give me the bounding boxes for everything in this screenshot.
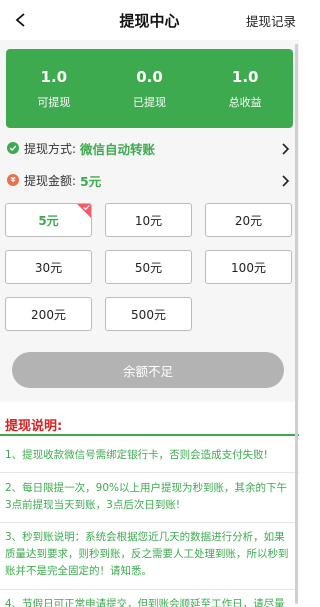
back-arrow-icon[interactable]	[8, 6, 34, 34]
instructions-divider	[0, 434, 299, 436]
amount-option-200[interactable]: 200元	[5, 297, 92, 331]
amount-option-label: 200元	[31, 307, 66, 322]
withdraw-method-row[interactable]: 提现方式: 微信自动转账	[0, 135, 299, 161]
withdrawn-stat: 0.0 已提现	[102, 49, 198, 128]
withdraw-amount-value: 5元	[80, 173, 102, 189]
instruction-note: 3、秒到账说明：系统会根据您近几天的数据进行分析，如果质量达到要求，则秒到账，反…	[5, 531, 289, 577]
withdraw-amount-row[interactable]: ¥ 提现金额: 5元	[0, 167, 299, 193]
amount-option-label: 5元	[38, 213, 59, 228]
amount-option-label: 10元	[134, 213, 163, 228]
total-income-value: 1.0	[231, 67, 259, 86]
amount-option-label: 20元	[234, 213, 263, 228]
amount-option-label: 30元	[34, 260, 63, 275]
note-divider	[0, 472, 299, 473]
yen-circle-icon: ¥	[7, 174, 19, 186]
total-income-label: 总收益	[228, 95, 262, 109]
withdrawn-value: 0.0	[136, 67, 163, 86]
amount-option-30[interactable]: 30元	[5, 250, 92, 284]
check-circle-icon	[7, 142, 19, 154]
instruction-note: 2、每日限提一次，90%以上用户提现为秒到账，其余的下午3点前提现当天到账，3点…	[5, 482, 288, 511]
withdrawable-label: 可提现	[37, 95, 71, 109]
amount-option-20[interactable]: 20元	[205, 203, 292, 237]
withdraw-method-value: 微信自动转账	[80, 141, 156, 157]
instruction-note: 1、提现收款微信号需绑定银行卡，否则会造成支付失败!	[5, 449, 268, 461]
amount-option-500[interactable]: 500元	[105, 297, 192, 331]
amount-option-100[interactable]: 100元	[205, 250, 292, 284]
amount-option-50[interactable]: 50元	[105, 250, 192, 284]
amount-options-grid: 5元 10元 20元 30元 50元 100元 200元 500元	[5, 203, 293, 331]
amount-option-10[interactable]: 10元	[105, 203, 192, 237]
total-income-stat: 1.0 总收益	[197, 49, 293, 128]
withdraw-amount-label: 提现金额:	[24, 173, 77, 188]
submit-withdraw-button[interactable]: 余额不足	[12, 352, 284, 388]
withdraw-instructions: 提现说明: 1、提现收款微信号需绑定银行卡，否则会造成支付失败! 2、每日限提一…	[0, 402, 299, 607]
top-bar: 提现中心 提现记录	[0, 0, 299, 40]
instructions-title: 提现说明:	[5, 419, 63, 434]
content-area: 1.0 可提现 0.0 已提现 1.0 总收益 提现方式: 微信自动转账 ¥ 提…	[0, 40, 299, 607]
instruction-note: 4、节假日可正常申请提交，但到账会顺延至工作日，请尽量	[5, 598, 285, 607]
withdraw-records-link[interactable]: 提现记录	[246, 11, 296, 30]
scrollbar[interactable]	[295, 44, 298, 604]
chevron-right-icon	[280, 141, 290, 155]
chevron-right-icon	[280, 173, 290, 187]
note-divider	[0, 589, 299, 590]
balance-summary-card: 1.0 可提现 0.0 已提现 1.0 总收益	[6, 49, 293, 128]
amount-option-label: 50元	[134, 260, 163, 275]
withdrawable-value: 1.0	[40, 67, 68, 86]
page-title: 提现中心	[119, 11, 180, 30]
note-divider	[0, 522, 299, 523]
amount-option-label: 100元	[231, 260, 266, 275]
amount-option-label: 500元	[131, 307, 166, 322]
selected-check-icon	[83, 205, 90, 211]
withdraw-method-label: 提现方式:	[24, 141, 77, 156]
withdrawable-stat: 1.0 可提现	[6, 49, 102, 128]
amount-option-5[interactable]: 5元	[5, 203, 92, 237]
withdrawn-label: 已提现	[133, 95, 166, 109]
